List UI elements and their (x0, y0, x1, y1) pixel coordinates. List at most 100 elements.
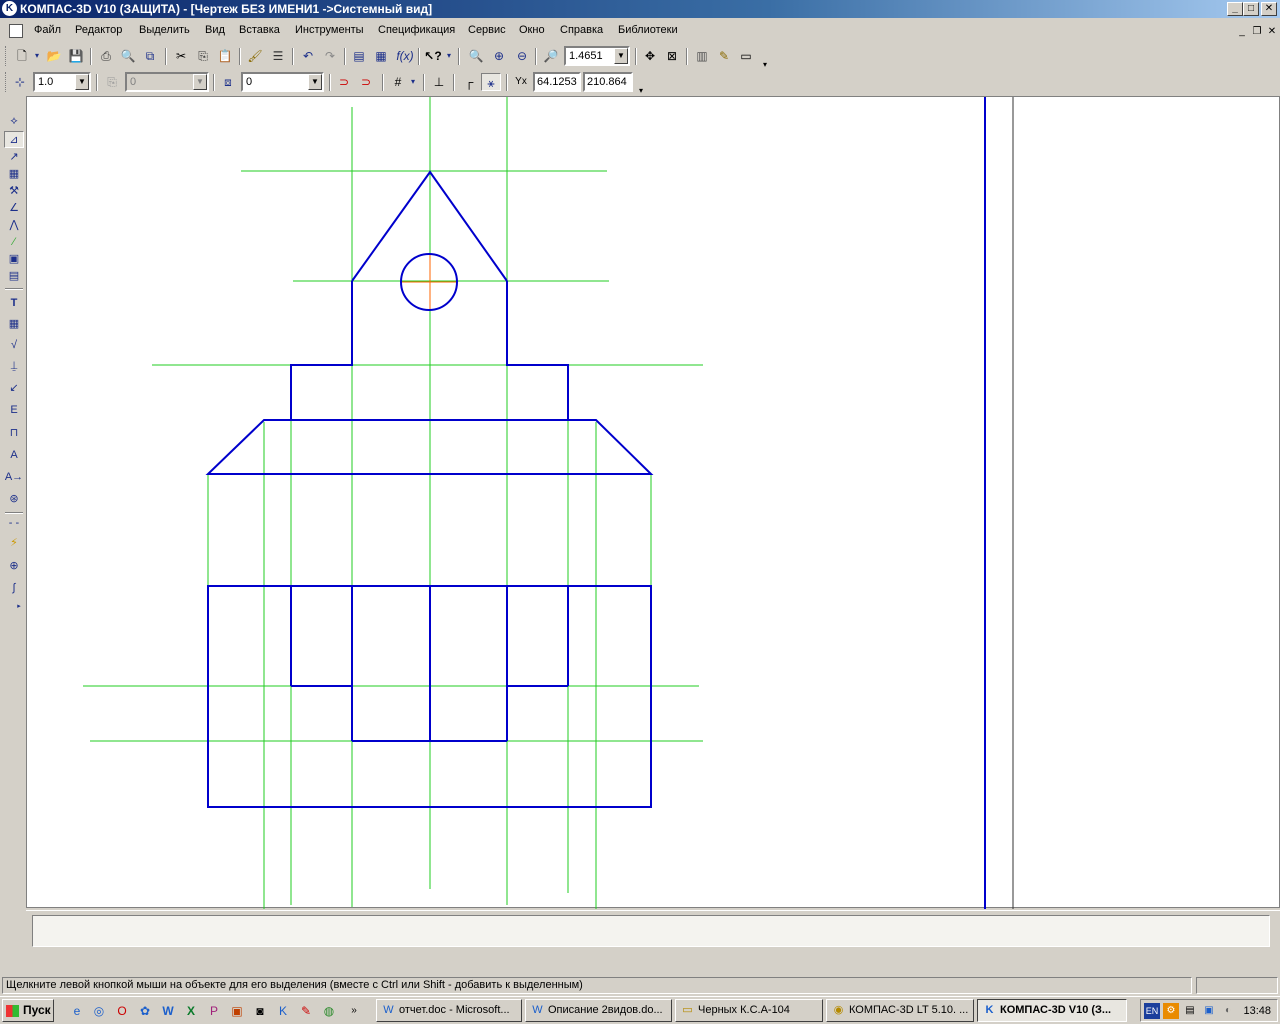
copy-icon[interactable]: ⎘ (193, 47, 213, 65)
menu-editor[interactable]: Редактор (75, 24, 122, 36)
properties-icon[interactable]: ☰ (268, 47, 288, 65)
menu-file[interactable]: Файл (34, 24, 61, 36)
help-dropdown-icon[interactable]: ▾ (444, 47, 454, 65)
editing-icon[interactable]: ⚒ (4, 183, 24, 200)
opera-icon[interactable]: O (113, 1002, 131, 1020)
chevron-down-icon[interactable]: ▼ (614, 48, 628, 64)
taskbar-task[interactable]: W Описание 2видов.do... (525, 999, 672, 1022)
drawing-svg[interactable] (27, 97, 1280, 909)
preview-icon[interactable]: ⧉ (140, 47, 160, 65)
clock[interactable]: 13:48 (1243, 1003, 1271, 1019)
menu-specification[interactable]: Спецификация (378, 24, 455, 36)
position-leader-icon[interactable]: E (4, 402, 24, 419)
network-icon[interactable]: ▤ (1182, 1003, 1198, 1019)
zoom-window-icon[interactable]: 🔍 (466, 47, 486, 65)
local-snap-icon[interactable]: ⊃ (356, 73, 376, 91)
chevron-down-icon[interactable]: ▼ (75, 74, 89, 90)
select-icon[interactable]: ⁄ (4, 234, 24, 251)
menu-help[interactable]: Справка (560, 24, 603, 36)
doc-minimize-button[interactable]: _ (1236, 26, 1248, 37)
symbols-icon[interactable]: ▦ (4, 166, 24, 183)
drawing-canvas[interactable] (26, 96, 1280, 909)
print-icon[interactable]: ⎙ (96, 47, 116, 65)
menu-insert[interactable]: Вставка (239, 24, 280, 36)
powerpoint-icon[interactable]: ▣ (228, 1002, 246, 1020)
open-folder-icon[interactable]: 📂 (44, 47, 64, 65)
new-document-icon[interactable]: 🗋 (12, 47, 32, 65)
kompas-quicklaunch-icon[interactable]: K (274, 1002, 292, 1020)
publisher-icon[interactable]: P (205, 1002, 223, 1020)
text-icon[interactable]: T (4, 295, 24, 312)
regenerate-icon[interactable]: ✎ (714, 47, 734, 65)
grid-icon[interactable]: # (388, 73, 408, 91)
menu-window[interactable]: Окно (519, 24, 545, 36)
show-all-icon[interactable]: ⊠ (662, 47, 682, 65)
specification-icon[interactable]: ▤ (4, 268, 24, 285)
spline-icon[interactable]: ∫ (4, 580, 24, 597)
start-button[interactable]: Пуск (2, 999, 54, 1022)
undo-icon[interactable]: ↶ (298, 47, 318, 65)
layer-icon[interactable]: ⧈ (218, 73, 238, 91)
save-icon[interactable]: 💾 (66, 47, 86, 65)
parametrization-icon[interactable]: ∠ (4, 200, 24, 217)
menu-service[interactable]: Сервис (468, 24, 506, 36)
pan-icon[interactable]: ✥ (640, 47, 660, 65)
doc-close-button[interactable]: ✕ (1266, 26, 1278, 37)
property-panel-area[interactable] (32, 915, 1270, 947)
layer-combo[interactable]: 0 ▼ (241, 72, 324, 92)
measure-icon[interactable]: ⋀ (4, 217, 24, 234)
chevron-down-icon[interactable]: ▼ (308, 74, 322, 90)
table-icon[interactable]: ▦ (4, 316, 24, 333)
messenger-icon[interactable]: ✿ (136, 1002, 154, 1020)
menu-libraries[interactable]: Библиотеки (618, 24, 678, 36)
variables-icon[interactable]: f(x) (393, 47, 417, 65)
menu-tools[interactable]: Инструменты (295, 24, 364, 36)
cut-line-icon[interactable]: A (4, 447, 24, 464)
associative-views-icon[interactable]: ▣ (4, 251, 24, 268)
parametric-mode-icon[interactable]: ⚹ (481, 73, 501, 91)
app-icon[interactable]: ◙ (251, 1002, 269, 1020)
quicklaunch-more-icon[interactable]: » (345, 1002, 363, 1020)
taskbar-task[interactable]: ◉ КОМПАС-3D LT 5.10. ... (826, 999, 974, 1022)
copy-properties-icon[interactable]: 🖌 (245, 47, 265, 65)
taskbar-task[interactable]: ▭ Черных К.С.А-104 (675, 999, 823, 1022)
coord-x-field[interactable]: 64.1253 (533, 72, 581, 92)
break-line-icon[interactable]: - - (4, 515, 24, 532)
center-mark-icon[interactable]: ⊕ (4, 558, 24, 575)
zoom-in-icon[interactable]: ⊕ (489, 47, 509, 65)
volume-icon[interactable]: ◐ (1220, 1003, 1236, 1019)
geometry-panel-icon[interactable]: ⊿ (4, 131, 24, 148)
local-cs-icon[interactable]: ⊥ (429, 73, 449, 91)
menu-select[interactable]: Выделить (139, 24, 190, 36)
tray-app-icon[interactable]: ⚙ (1163, 1003, 1179, 1019)
leader-icon[interactable]: ↙ (4, 380, 24, 397)
zoom-out-icon[interactable]: ⊖ (512, 47, 532, 65)
base-icon[interactable]: ⍊ (4, 358, 24, 375)
excel-quicklaunch-icon[interactable]: X (182, 1002, 200, 1020)
cursor-step-combo[interactable]: 1.0 ▼ (33, 72, 91, 92)
view-arrow-icon[interactable]: A→ (4, 469, 24, 486)
kompas-app-icon[interactable]: K (2, 1, 17, 16)
chrome-icon[interactable]: ◍ (320, 1002, 338, 1020)
taskbar-task-active[interactable]: K КОМПАС-3D V10 (З... (977, 999, 1127, 1022)
wave-line-icon[interactable]: ⚡ (4, 535, 24, 552)
paste-icon[interactable]: 📋 (215, 47, 235, 65)
document-icon[interactable] (9, 24, 23, 38)
browser-icon[interactable]: ◎ (90, 1002, 108, 1020)
toolbar-options-icon[interactable]: ▾ (760, 45, 770, 69)
minimize-button[interactable]: _ (1227, 2, 1243, 16)
grid-dropdown-icon[interactable]: ▾ (408, 73, 418, 91)
cut-icon[interactable]: ✂ (171, 47, 191, 65)
dimensions-icon[interactable]: ↗ (4, 149, 24, 166)
refresh-image-icon[interactable]: ▥ (692, 47, 712, 65)
library-manager-icon[interactable]: ▦ (371, 47, 391, 65)
toolbar-grip[interactable] (5, 46, 8, 66)
monitor-icon[interactable]: ▣ (1201, 1003, 1217, 1019)
zoom-scale-combo[interactable]: 1.4651 ▼ (564, 46, 630, 66)
zoom-scale-icon[interactable]: 🔎 (541, 47, 561, 65)
close-button[interactable]: ✕ (1261, 2, 1277, 16)
coord-y-field[interactable]: 210.864 (583, 72, 633, 92)
doc-restore-button[interactable]: ❐ (1251, 26, 1263, 37)
maximize-button[interactable]: □ (1243, 2, 1259, 16)
language-indicator[interactable]: EN (1144, 1003, 1160, 1019)
